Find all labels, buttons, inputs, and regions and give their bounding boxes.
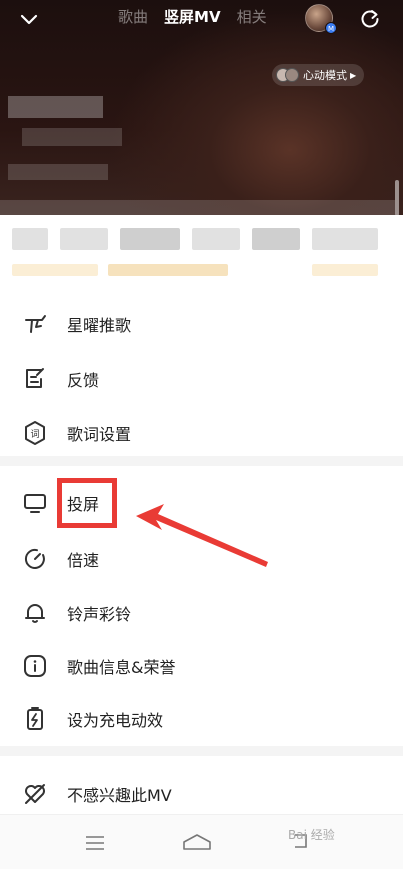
menu-item-not-interested[interactable]: 不感兴趣此MV (0, 772, 403, 816)
menu-label-song-info: 歌曲信息&荣誉 (67, 658, 176, 677)
top-nav: 歌曲 竖屏MV 相关 M (0, 0, 403, 36)
menu-item-song-info[interactable]: 歌曲信息&荣誉 (0, 644, 403, 688)
ringtone-bell-icon (25, 604, 45, 623)
menu-label-charging-effect: 设为充电动效 (67, 711, 164, 730)
menu-divider (0, 456, 403, 466)
star-recommend-icon (25, 315, 46, 333)
chevron-down-icon[interactable] (18, 8, 40, 30)
menu-item-feedback[interactable]: 反馈 (0, 357, 403, 401)
mosaic-block (8, 164, 108, 180)
tab-vertical-mv[interactable]: 竖屏MV (164, 6, 221, 28)
highlight-box (57, 478, 117, 528)
mosaic-block (8, 96, 103, 118)
annotation-arrow-icon (136, 504, 268, 567)
heart-mode-label: 心动模式 (303, 69, 347, 82)
menu-label-playback-speed: 倍速 (67, 551, 100, 570)
menu-label-lyrics-settings: 歌词设置 (67, 425, 132, 444)
menu-label-feedback: 反馈 (67, 371, 100, 390)
feedback-icon (26, 368, 44, 388)
info-icon (24, 655, 46, 677)
menu-divider (0, 746, 403, 756)
heart-mode-avatars (276, 68, 299, 82)
lyrics-settings-icon: 词 (25, 421, 45, 445)
refresh-icon[interactable] (359, 8, 381, 30)
menu-item-ringtone[interactable]: 铃声彩铃 (0, 591, 403, 635)
menu-item-star-recommend[interactable]: 星曜推歌 (0, 302, 403, 346)
menu-item-charging-effect[interactable]: 设为充电动效 (0, 697, 403, 741)
cast-screen-icon (24, 494, 46, 513)
scrollbar[interactable] (395, 180, 399, 216)
menu-item-lyrics-settings[interactable]: 词 歌词设置 (0, 411, 403, 455)
home-icon[interactable] (182, 833, 212, 851)
mosaic-block (0, 200, 395, 215)
song-more-menu-screen: 歌曲 竖屏MV 相关 M 心动模式 ▶ 星曜推歌 反馈 词 歌词设置 投屏 倍速… (0, 0, 403, 869)
tab-related[interactable]: 相关 (237, 6, 267, 28)
tab-song[interactable]: 歌曲 (118, 6, 148, 28)
play-arrow-icon: ▶ (350, 70, 357, 80)
charging-effect-icon (27, 707, 43, 730)
not-interested-icon (25, 784, 45, 804)
nav-tabs: 歌曲 竖屏MV 相关 (118, 6, 283, 28)
avatar-badge: M (325, 22, 337, 34)
heart-mode-button[interactable]: 心动模式 ▶ (272, 64, 365, 86)
menu-label-ringtone: 铃声彩铃 (67, 605, 132, 624)
menu-lines-icon[interactable] (85, 835, 105, 851)
menu-label-star-recommend: 星曜推歌 (67, 316, 132, 335)
mosaic-block (22, 128, 122, 146)
menu-label-not-interested: 不感兴趣此MV (67, 786, 172, 805)
video-background: 歌曲 竖屏MV 相关 M 心动模式 ▶ (0, 0, 403, 216)
playback-speed-icon (24, 548, 45, 569)
svg-text:词: 词 (30, 429, 39, 440)
system-nav-bar (0, 814, 403, 869)
watermark: Bai 经验 (288, 828, 335, 842)
